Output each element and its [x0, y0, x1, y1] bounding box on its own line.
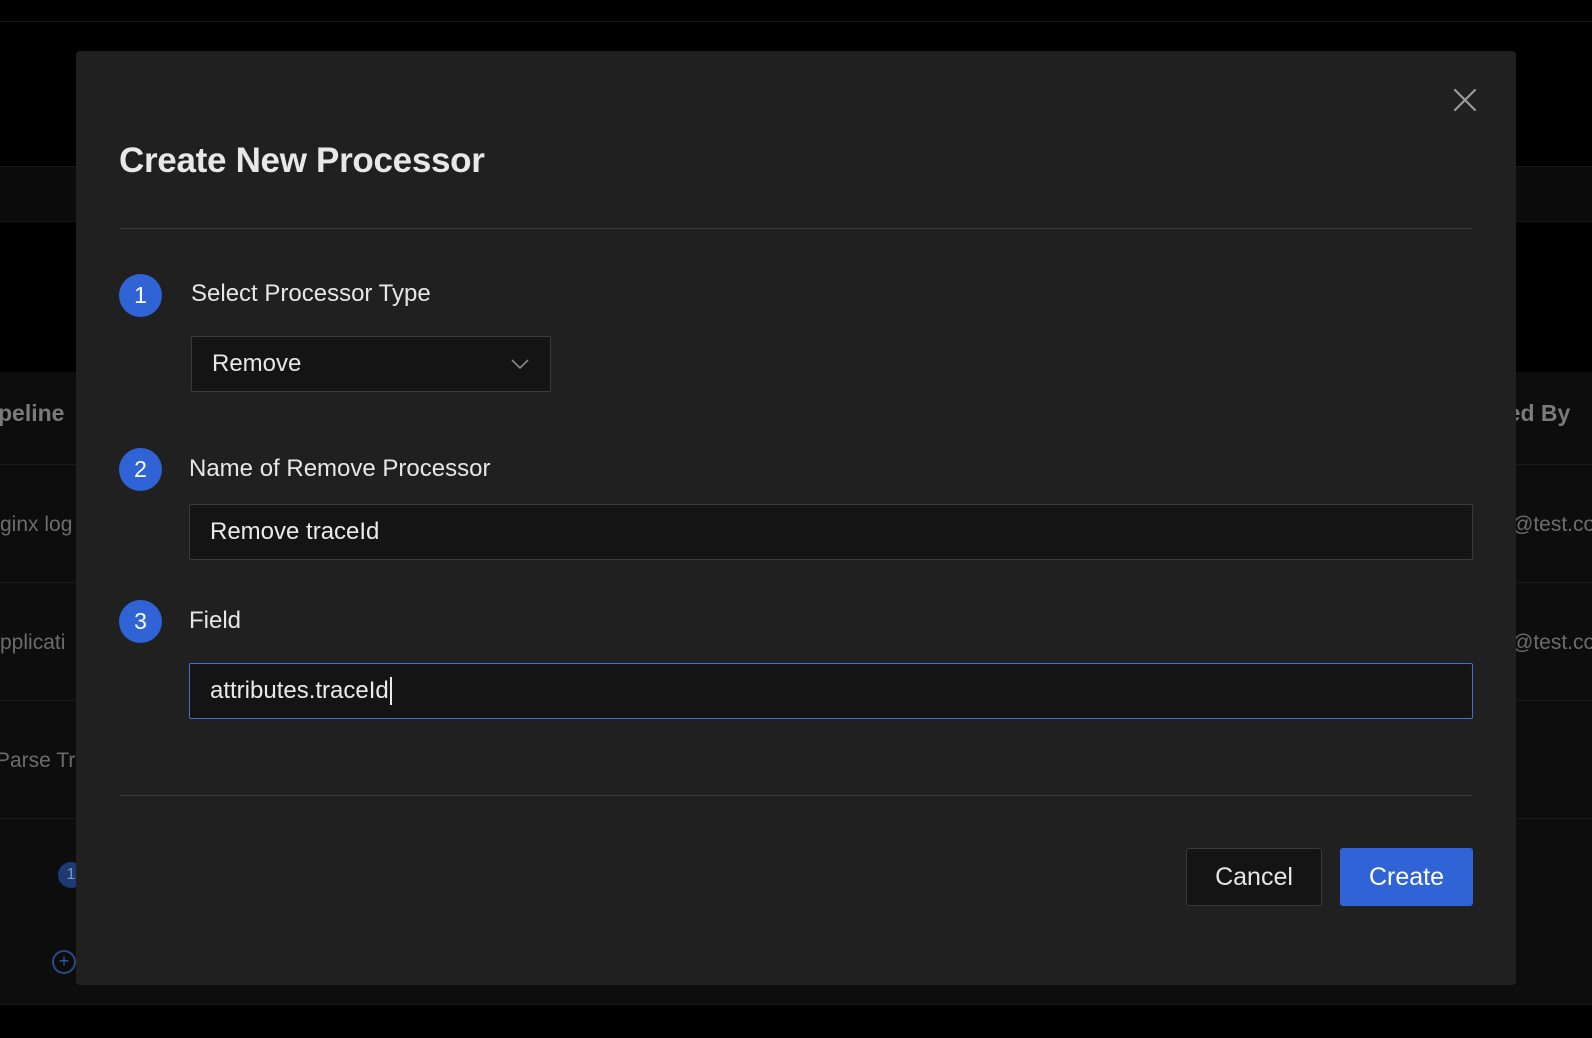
add-processor-icon: + — [52, 950, 76, 974]
close-icon — [1453, 88, 1477, 112]
row-created-by: @test.co — [1512, 513, 1592, 536]
step-2-label: Name of Remove Processor — [189, 455, 491, 482]
modal-title: Create New Processor — [119, 141, 485, 180]
row-name: pplicati — [0, 631, 66, 654]
row-created-by: @test.co — [1512, 631, 1592, 654]
step-1-label: Select Processor Type — [191, 280, 431, 307]
processor-type-select[interactable]: Remove — [191, 336, 551, 392]
step-3-number: 3 — [119, 600, 162, 643]
cancel-button[interactable]: Cancel — [1186, 848, 1322, 906]
step-2-number: 2 — [119, 448, 162, 491]
create-processor-modal: Create New Processor 1 Select Processor … — [76, 51, 1516, 985]
step-3-label: Field — [189, 607, 242, 634]
chevron-down-icon — [511, 359, 529, 370]
close-button[interactable] — [1450, 85, 1480, 115]
field-input[interactable]: attributes.traceId — [189, 663, 1473, 719]
row-name: Parse Tra — [0, 749, 88, 772]
create-button[interactable]: Create — [1340, 848, 1473, 906]
processor-name-input[interactable] — [189, 504, 1473, 560]
row-name: ginx log — [0, 513, 73, 536]
footer-divider — [119, 795, 1473, 796]
table-bottom-border — [0, 1004, 1592, 1005]
processor-type-value: Remove — [212, 350, 302, 377]
field-input-value: attributes.traceId — [210, 677, 389, 704]
text-caret — [389, 677, 392, 705]
step-1-number: 1 — [119, 274, 162, 317]
top-bar — [0, 0, 1592, 22]
table-header-pipeline: peline — [0, 400, 65, 426]
header-divider — [119, 228, 1473, 229]
